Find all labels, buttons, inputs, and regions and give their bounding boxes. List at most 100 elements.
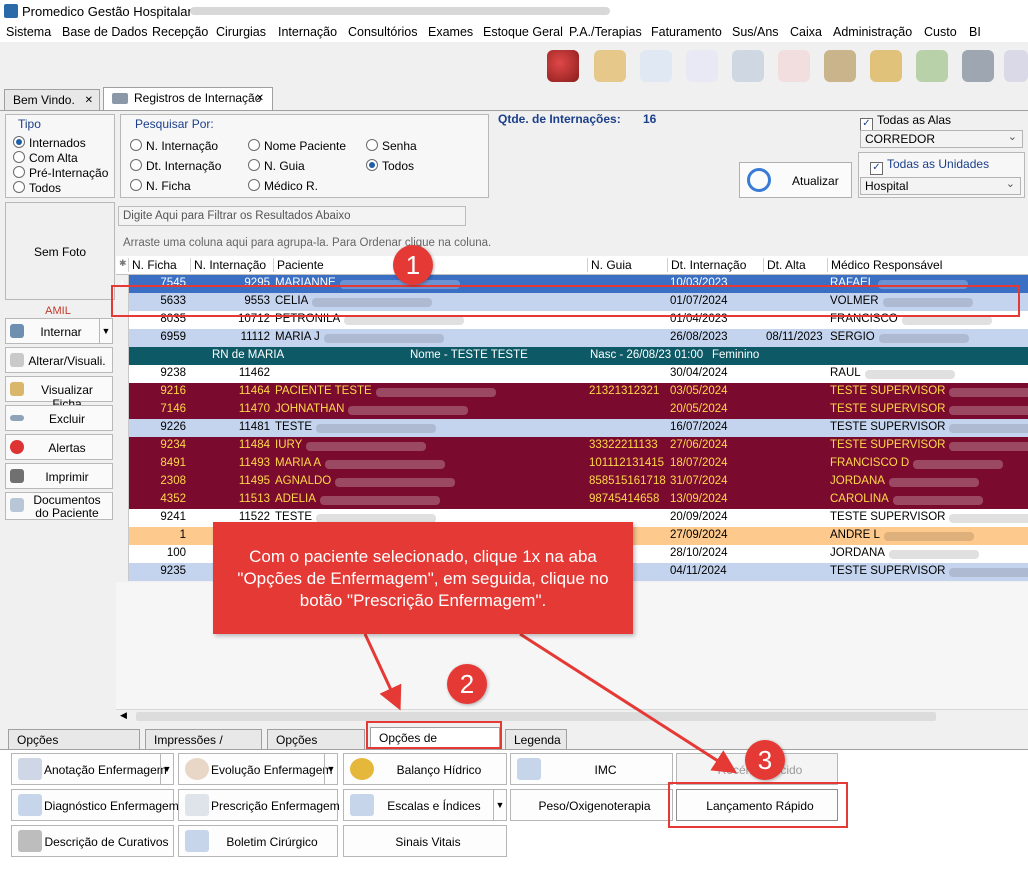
table-row[interactable]: 6959 11112 MARIA J 26/08/2023 08/11/2023 SERG… (116, 329, 1028, 347)
menu-internacao[interactable]: Internação (278, 25, 337, 39)
warehouse-icon[interactable] (824, 50, 856, 82)
radio-com-alta[interactable]: Com Alta (13, 151, 78, 165)
ambulance-van-icon[interactable] (732, 50, 764, 82)
table-row[interactable]: 2308 11495 AGNALDO 858515161718 31/07/2024 JO… (116, 473, 1028, 491)
tab-impressoes-outros[interactable]: Impressões / Outros (145, 729, 262, 768)
radio-internados[interactable]: Internados (13, 136, 86, 150)
menu-base-de-dados[interactable]: Base de Dados (62, 25, 147, 39)
boletim-cirurgico-button[interactable]: Boletim Cirúrgico (178, 825, 338, 857)
detail-nome: Nome - TESTE TESTE (410, 349, 528, 361)
cash-icon[interactable] (916, 50, 948, 82)
row-indicator[interactable] (116, 347, 129, 365)
cell-medico: FRANCISCO D (830, 457, 1025, 470)
todas-as-alas-checkbox[interactable]: ✓ Todas as Alas (860, 113, 951, 131)
alterar-visualizar-button[interactable]: Alterar/Visuali. (5, 347, 113, 373)
scroll-thumb[interactable] (136, 712, 936, 721)
col-medico-responsavel[interactable]: Médico Responsável (827, 258, 1026, 272)
table-row[interactable]: 9216 11464 PACIENTE TESTE 21321312321 03/05/… (116, 383, 1028, 401)
col-n-ficha[interactable]: N. Ficha (128, 258, 190, 272)
menu-cirurgias[interactable]: Cirurgias (216, 25, 266, 39)
table-row[interactable]: 7146 11470 JOHNATHAN 20/05/2024 TESTE SUPERV… (116, 401, 1028, 419)
escalas-e-indices-button[interactable]: Escalas e Índices ▼ (343, 789, 507, 821)
radio-todos-pesquisa[interactable]: Todos (366, 159, 414, 173)
diagnostico-enfermagem-button[interactable]: Diagnóstico Enfermagem (11, 789, 179, 821)
radio-n-guia[interactable]: N. Guia (248, 159, 305, 173)
ambulance-icon[interactable] (778, 50, 810, 82)
descricao-de-curativos-button[interactable]: Descrição de Curativos (11, 825, 174, 857)
close-icon[interactable]: ✕ (256, 88, 264, 109)
table-icon (517, 758, 541, 780)
dropdown-arrow-icon[interactable]: ▼ (99, 319, 112, 343)
menu-recepcao[interactable]: Recepção (152, 25, 208, 39)
menu-exames[interactable]: Exames (428, 25, 473, 39)
balanco-hidrico-button[interactable]: Balanço Hídrico (343, 753, 507, 785)
imprimir-button[interactable]: Imprimir (5, 463, 113, 489)
todas-as-unidades-checkbox[interactable]: ✓ Todas as Unidades (870, 157, 989, 175)
radio-n-internacao[interactable]: N. Internação (130, 139, 218, 153)
radio-dot (13, 136, 25, 148)
doctor-icon[interactable] (640, 50, 672, 82)
evolucao-enfermagem-button[interactable]: Evolução Enfermagem ▼ (178, 753, 338, 785)
atualizar-button[interactable]: Atualizar (739, 162, 852, 198)
horizontal-scrollbar[interactable]: ◀ (116, 709, 1028, 724)
tab-legenda[interactable]: Legenda (505, 729, 567, 750)
table-row[interactable]: 8491 11493 MARIA A 101112131415 18/07/2024 FR… (116, 455, 1028, 473)
users-icon[interactable] (547, 50, 579, 82)
dropdown-arrow-icon[interactable]: ▼ (324, 754, 337, 784)
doctor-card-icon[interactable] (594, 50, 626, 82)
tab-registros-de-internacao[interactable]: Registros de Internação ✕ (103, 87, 273, 110)
internar-button[interactable]: Internar ▼ (5, 318, 113, 344)
radio-senha[interactable]: Senha (366, 139, 417, 153)
col-n-guia[interactable]: N. Guia (587, 258, 666, 272)
radio-todos-tipo[interactable]: Todos (13, 181, 61, 195)
menu-sus-ans[interactable]: Sus/Ans (732, 25, 779, 39)
card-icon[interactable] (1004, 50, 1028, 82)
tab-opcoes-administrativas[interactable]: Opções Adminstrativas (8, 729, 140, 768)
pen-doc-icon[interactable] (686, 50, 718, 82)
menu-estoque-geral[interactable]: Estoque Geral (483, 25, 563, 39)
close-icon[interactable]: ✕ (85, 90, 93, 111)
boxes-icon[interactable] (870, 50, 902, 82)
filter-input[interactable]: Digite Aqui para Filtrar os Resultados A… (118, 206, 466, 226)
menu-administracao[interactable]: Administração (833, 25, 912, 39)
col-dt-alta[interactable]: Dt. Alta (763, 258, 827, 272)
radio-nome-paciente[interactable]: Nome Paciente (248, 139, 346, 153)
table-row[interactable]: 9226 11481 TESTE 16/07/2024 TESTE SUPERVISOR (116, 419, 1028, 437)
col-n-internacao[interactable]: N. Internação (190, 258, 274, 272)
cell-text: TESTE SUPERVISOR (830, 403, 946, 415)
radio-pre-internacao[interactable]: Pré-Internação (13, 166, 108, 180)
detail-row[interactable]: RN de MARIA Nome - TESTE TESTE Nasc - 26/0… (116, 347, 1028, 365)
menu-pa-terapias[interactable]: P.A./Terapias (569, 25, 642, 39)
documentos-do-paciente-button[interactable]: Documentos do Paciente (5, 492, 113, 520)
visualizar-ficha-button[interactable]: Visualizar Ficha (5, 376, 113, 411)
menu-bi[interactable]: BI (969, 25, 981, 39)
excluir-button[interactable]: Excluir (5, 405, 113, 431)
prescricao-enfermagem-button[interactable]: Prescrição Enfermagem (178, 789, 340, 821)
imc-button[interactable]: IMC (510, 753, 673, 785)
menu-consultorios[interactable]: Consultórios (348, 25, 417, 39)
scroll-left-icon[interactable]: ◀ (120, 710, 127, 721)
anotacao-enfermagem-button[interactable]: Anotação Enfermagem ▼ (11, 753, 174, 785)
dropdown-arrow-icon[interactable]: ▼ (160, 754, 173, 784)
menu-caixa[interactable]: Caixa (790, 25, 822, 39)
radio-n-ficha[interactable]: N. Ficha (130, 179, 191, 193)
menu-custo[interactable]: Custo (924, 25, 957, 39)
peso-oxigenoterapia-button[interactable]: Peso/Oxigenoterapia (510, 789, 673, 821)
tab-bem-vindo[interactable]: Bem Vindo. ✕ (4, 89, 100, 110)
alertas-button[interactable]: Alertas (5, 434, 113, 460)
tab-opcoes-medicas[interactable]: Opções Médicas (267, 729, 365, 768)
table-row[interactable]: 9234 11484 IURY 33322211133 27/06/2024 TESTE … (116, 437, 1028, 455)
cell-text: 30/04/2024 (670, 367, 728, 379)
sinais-vitais-button[interactable]: Sinais Vitais (343, 825, 507, 857)
col-dt-internacao[interactable]: Dt. Internação (667, 258, 763, 272)
menu-sistema[interactable]: Sistema (6, 25, 51, 39)
table-row[interactable]: 9238 11462 30/04/2024 RAUL (116, 365, 1028, 383)
radio-medico-r[interactable]: Médico R. (248, 179, 318, 193)
safe-icon[interactable] (962, 50, 994, 82)
unidades-select[interactable]: Hospital (860, 176, 1021, 195)
dropdown-arrow-icon[interactable]: ▼ (493, 790, 506, 820)
radio-dt-internacao[interactable]: Dt. Internação (130, 159, 221, 173)
menu-faturamento[interactable]: Faturamento (651, 25, 722, 39)
alas-select[interactable]: CORREDOR (860, 129, 1023, 148)
table-row[interactable]: 4352 11513 ADELIA 98745414658 13/09/2024 CARO… (116, 491, 1028, 509)
